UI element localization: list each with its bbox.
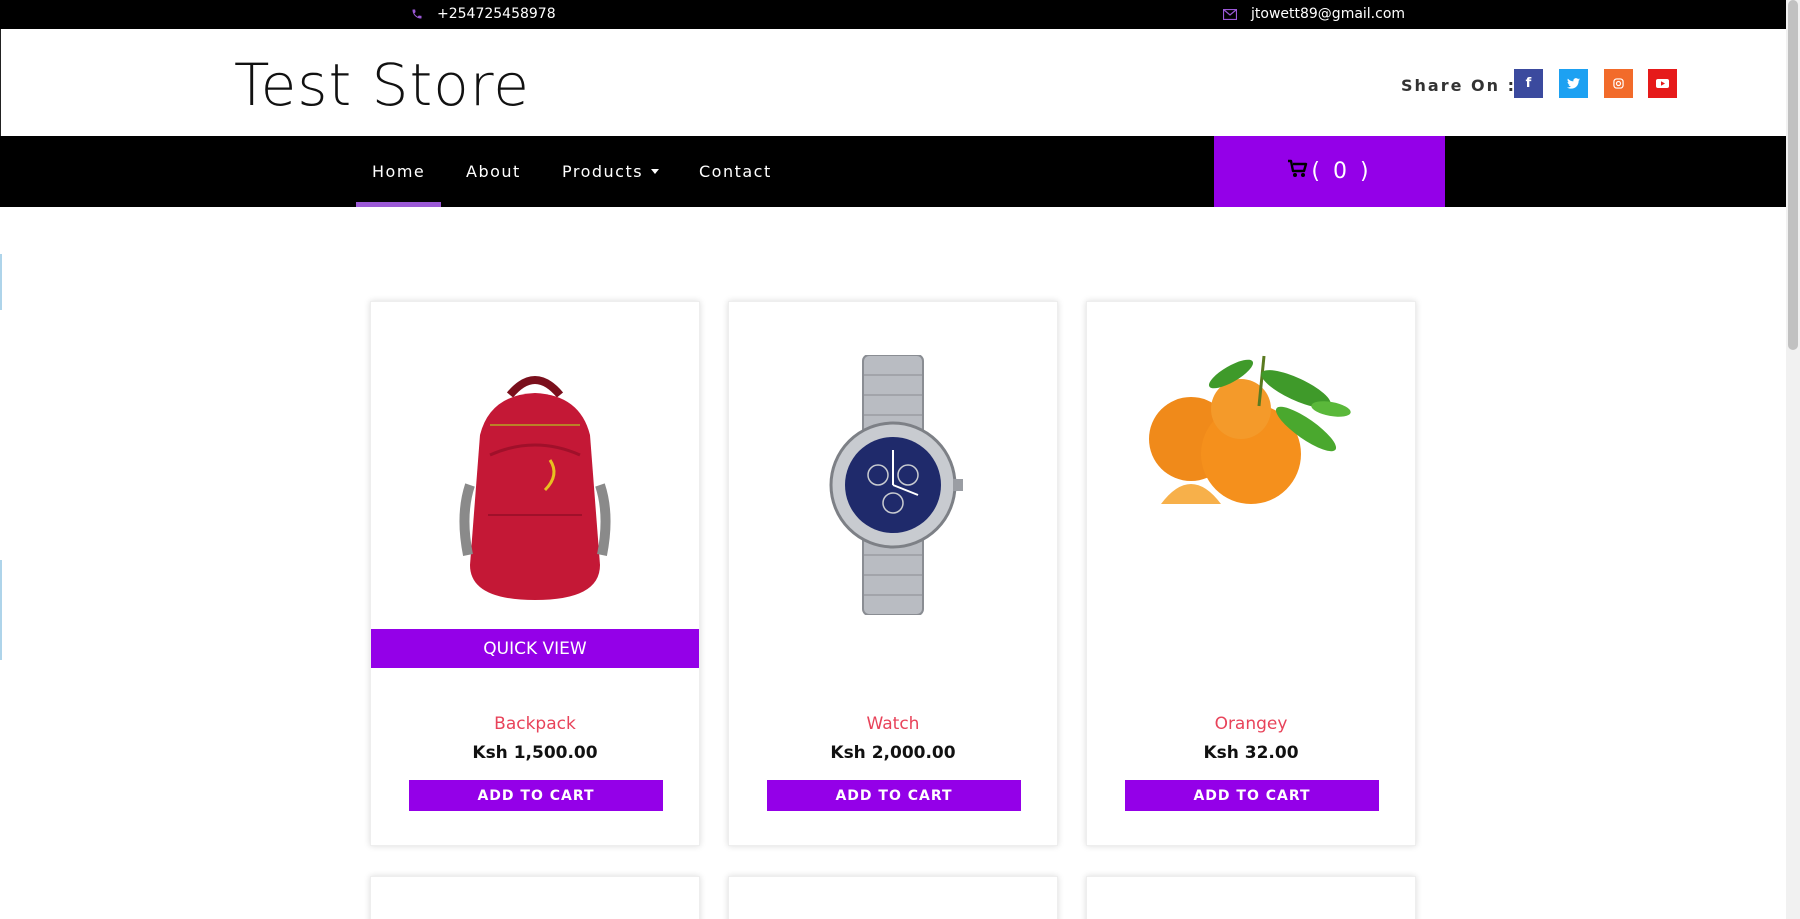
- phone-contact[interactable]: +254725458978: [411, 6, 556, 22]
- youtube-icon[interactable]: [1648, 69, 1677, 98]
- product-card: [370, 876, 700, 919]
- nav-products-dropdown[interactable]: Products: [562, 136, 660, 207]
- scrollbar[interactable]: [1786, 0, 1800, 919]
- twitter-icon[interactable]: [1559, 69, 1588, 98]
- product-name[interactable]: Orangey: [1087, 714, 1415, 734]
- site-header: Test Store Share On : f: [0, 29, 1786, 136]
- nav-about-label: About: [466, 162, 521, 181]
- phone-icon: [411, 8, 423, 20]
- caret-down-icon: [651, 169, 660, 174]
- scrollbar-thumb[interactable]: [1788, 0, 1798, 350]
- facebook-icon[interactable]: f: [1514, 69, 1543, 98]
- product-price: Ksh 1,500.00: [472, 743, 598, 763]
- product-name[interactable]: Backpack: [371, 714, 699, 734]
- page: +254725458978 jtowett89@gmail.com Test S…: [0, 0, 1800, 919]
- cart-icon: [1287, 159, 1311, 185]
- product-price: Ksh 32.00: [1203, 743, 1299, 763]
- product-card-backpack: QUICK VIEW Backpack Ksh 1,500.00 ADD TO …: [370, 301, 700, 846]
- share-label: Share On :: [1401, 76, 1516, 95]
- store-logo[interactable]: Test Store: [234, 51, 530, 119]
- nav-products-label: Products: [562, 162, 644, 181]
- nav-contact[interactable]: Contact: [699, 136, 772, 207]
- product-card-orangey: Orangey Ksh 32.00 ADD TO CART: [1086, 301, 1416, 846]
- add-to-cart-button[interactable]: ADD TO CART: [767, 780, 1021, 811]
- nav-home-label: Home: [372, 162, 426, 181]
- watch-image[interactable]: [729, 302, 1057, 668]
- instagram-icon[interactable]: [1604, 69, 1633, 98]
- main-nav: Home About Products Contact ( 0 ): [0, 136, 1786, 207]
- top-bar: +254725458978 jtowett89@gmail.com: [0, 0, 1786, 29]
- add-to-cart-button[interactable]: ADD TO CART: [409, 780, 663, 811]
- cart-count: ( 0 ): [1311, 159, 1372, 184]
- quick-view-button[interactable]: QUICK VIEW: [371, 629, 699, 668]
- oranges-image[interactable]: [1087, 302, 1415, 668]
- envelope-icon: [1223, 8, 1237, 20]
- product-card-watch: Watch Ksh 2,000.00 ADD TO CART: [728, 301, 1058, 846]
- nav-contact-label: Contact: [699, 162, 772, 181]
- backpack-image[interactable]: [371, 302, 699, 668]
- cart-button[interactable]: ( 0 ): [1214, 136, 1445, 207]
- email-contact[interactable]: jtowett89@gmail.com: [1223, 6, 1405, 22]
- nav-about[interactable]: About: [466, 136, 521, 207]
- add-to-cart-button[interactable]: ADD TO CART: [1125, 780, 1379, 811]
- edge-marker: [0, 560, 2, 660]
- product-card: [1086, 876, 1416, 919]
- email-address: jtowett89@gmail.com: [1251, 6, 1406, 22]
- product-card: [728, 876, 1058, 919]
- product-price: Ksh 2,000.00: [830, 743, 956, 763]
- nav-home[interactable]: Home: [355, 136, 442, 207]
- product-name[interactable]: Watch: [729, 714, 1057, 734]
- phone-number: +254725458978: [437, 6, 556, 22]
- edge-marker: [0, 254, 2, 310]
